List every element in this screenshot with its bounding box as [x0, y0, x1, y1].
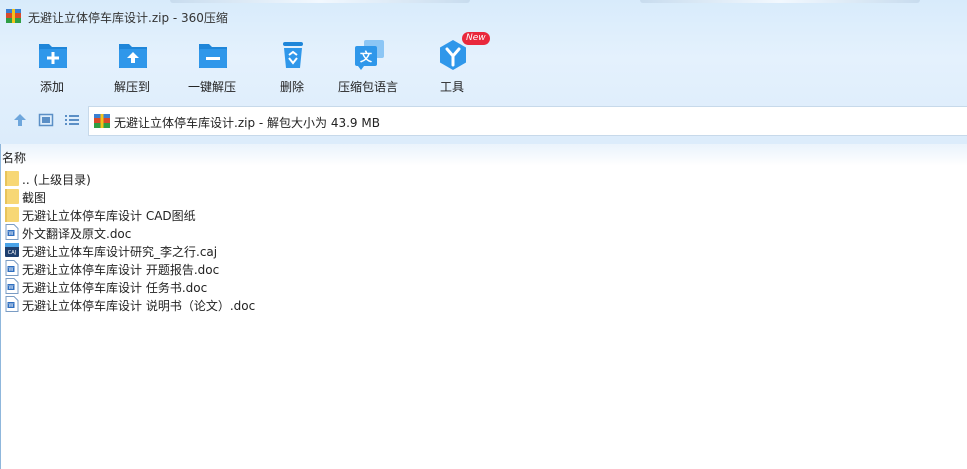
- delete-icon: [283, 42, 303, 68]
- toolbar: 添加 解压到 一键解压 删除 文 压缩包语言 New 工具: [0, 32, 967, 98]
- word-document-icon: W: [5, 278, 19, 294]
- svg-text:W: W: [9, 231, 14, 237]
- list-item[interactable]: W 无避让立体停车库设计 说明书（论文）.doc: [1, 295, 601, 313]
- item-name: .. (上级目录): [22, 173, 91, 187]
- word-document-icon: W: [5, 260, 19, 276]
- word-document-icon: W: [5, 296, 19, 312]
- list-item[interactable]: CAJ 无避让立体车库设计研究_李之行.caj: [1, 241, 601, 259]
- item-name: 无避让立体停车库设计 开题报告.doc: [22, 263, 220, 277]
- item-name: 截图: [22, 191, 47, 205]
- svg-text:W: W: [9, 303, 14, 309]
- svg-text:W: W: [9, 285, 14, 291]
- add-icon: [39, 44, 67, 68]
- zip-archive-icon: [94, 114, 110, 128]
- folder-icon: [5, 189, 19, 204]
- thumbnail-view-icon[interactable]: [38, 112, 54, 128]
- window-title: 无避让立体停车库设计.zip - 360压缩: [28, 11, 228, 25]
- zip-archive-icon: [6, 9, 21, 23]
- item-name: 无避让立体停车库设计 CAD图纸: [22, 209, 196, 223]
- address-bar: 无避让立体停车库设计.zip - 解包大小为 43.9 MB: [0, 104, 967, 136]
- tools-button[interactable]: New 工具: [410, 32, 494, 98]
- extract-to-icon: [119, 44, 147, 68]
- tools-label: 工具: [439, 80, 464, 94]
- one-click-extract-button[interactable]: 一键解压: [170, 36, 254, 98]
- extract-to-label: 解压到: [113, 80, 150, 94]
- list-item[interactable]: W 无避让立体停车库设计 任务书.doc: [1, 277, 601, 295]
- item-name: 外文翻译及原文.doc: [22, 227, 132, 241]
- list-view-icon[interactable]: [64, 112, 80, 128]
- svg-text:W: W: [9, 267, 14, 273]
- archive-language-button[interactable]: 文 压缩包语言: [326, 36, 410, 98]
- list-item[interactable]: W 无避让立体停车库设计 开题报告.doc: [1, 259, 601, 277]
- add-label: 添加: [39, 80, 64, 94]
- app-window: 无避让立体停车库设计.zip - 360压缩 添加 解压到 一键解压 删除 文 …: [0, 0, 967, 469]
- title-bar: 无避让立体停车库设计.zip - 360压缩: [0, 0, 967, 30]
- delete-label: 删除: [279, 80, 304, 94]
- file-list: 名称 .. (上级目录) 截图 无避让立体停车库设计 CAD图纸 W 外文翻译及…: [0, 144, 967, 469]
- item-name: 无避让立体停车库设计 说明书（论文）.doc: [22, 299, 256, 313]
- caj-document-icon: CAJ: [5, 243, 19, 257]
- archive-language-icon: 文: [355, 40, 384, 70]
- one-click-extract-icon: [199, 44, 227, 68]
- add-button[interactable]: 添加: [10, 36, 94, 98]
- one-click-extract-label: 一键解压: [187, 80, 236, 94]
- address-text: 无避让立体停车库设计.zip - 解包大小为 43.9 MB: [114, 116, 380, 130]
- folder-icon: [5, 171, 19, 186]
- column-name-header[interactable]: 名称: [2, 149, 26, 166]
- list-item[interactable]: W 外文翻译及原文.doc: [1, 223, 601, 241]
- item-name: 无避让立体车库设计研究_李之行.caj: [22, 245, 218, 259]
- list-item[interactable]: 截图: [1, 187, 601, 205]
- folder-icon: [5, 207, 19, 222]
- extract-to-button[interactable]: 解压到: [90, 36, 174, 98]
- new-badge: New: [462, 32, 490, 45]
- item-name: 无避让立体停车库设计 任务书.doc: [22, 281, 208, 295]
- delete-button[interactable]: 删除: [250, 36, 334, 98]
- up-arrow-icon[interactable]: [12, 112, 28, 128]
- column-header: 名称: [1, 144, 967, 166]
- svg-text:CAJ: CAJ: [8, 250, 16, 256]
- svg-text:文: 文: [360, 49, 373, 64]
- list-item[interactable]: 无避让立体停车库设计 CAD图纸: [1, 205, 601, 223]
- top-panel: 无避让立体停车库设计.zip - 360压缩 添加 解压到 一键解压 删除 文 …: [0, 0, 967, 144]
- archive-language-label: 压缩包语言: [337, 80, 398, 94]
- address-field[interactable]: 无避让立体停车库设计.zip - 解包大小为 43.9 MB: [88, 106, 967, 136]
- list-item[interactable]: .. (上级目录): [1, 169, 601, 187]
- word-document-icon: W: [5, 224, 19, 240]
